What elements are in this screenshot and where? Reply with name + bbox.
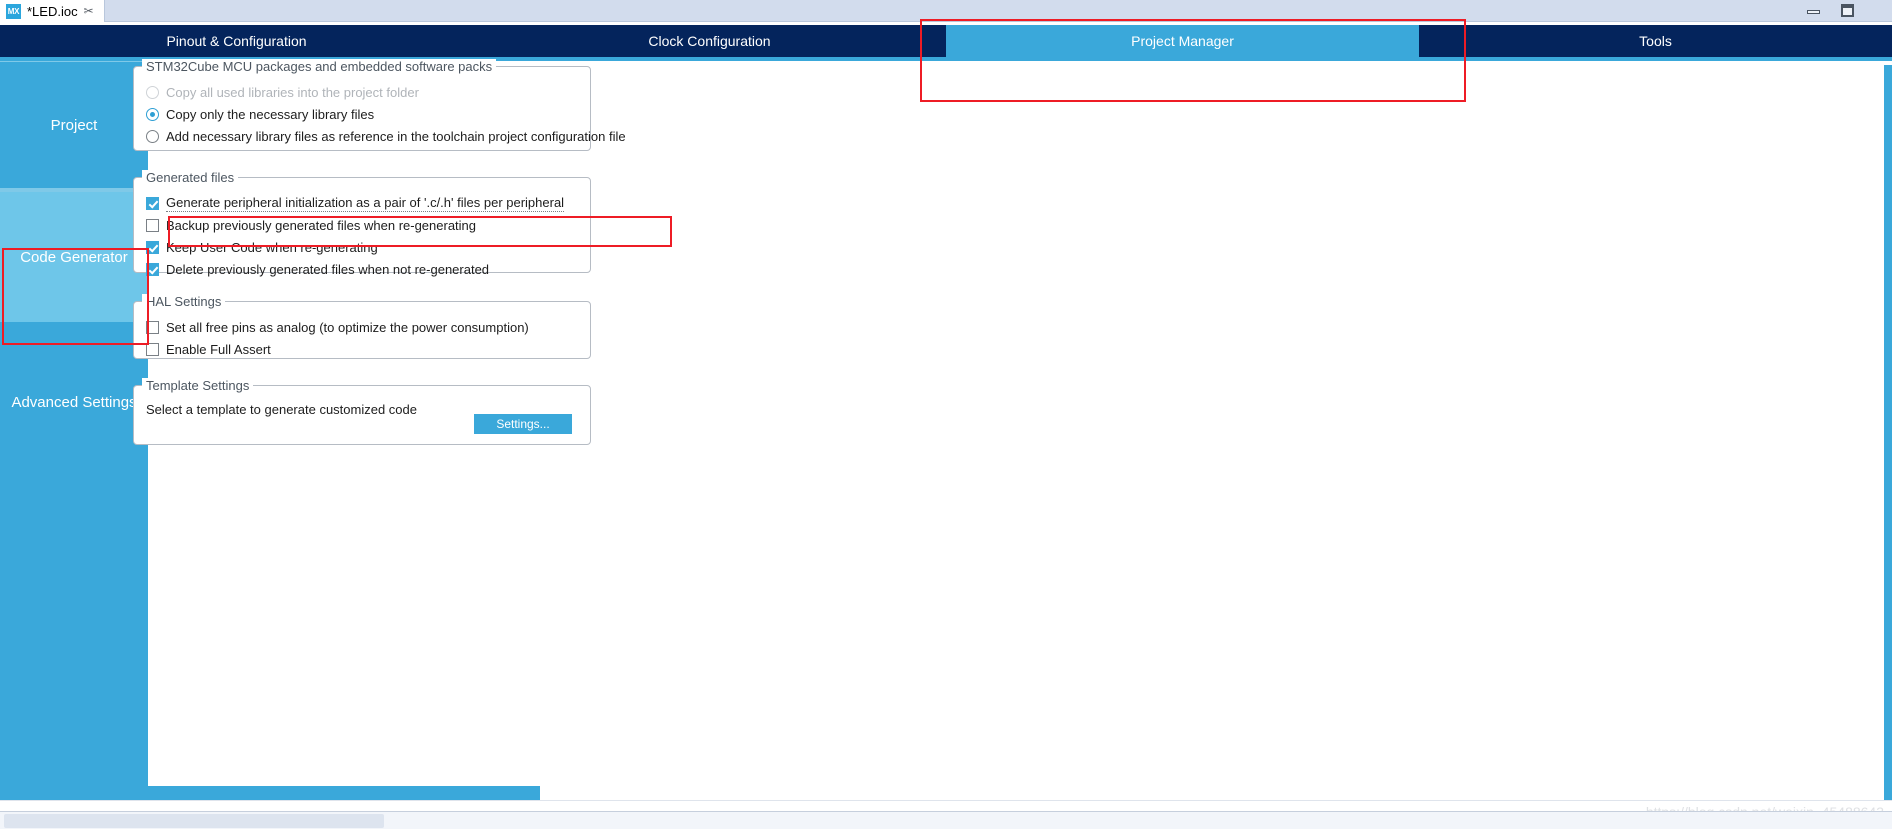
option-label: Delete previously generated files when n… (166, 261, 490, 277)
tab-label: Clock Configuration (648, 33, 771, 49)
option-label: Copy all used libraries into the project… (166, 84, 419, 100)
window-titlebar: MX *LED.ioc ✂ (0, 0, 1892, 22)
group-packages: STM32Cube MCU packages and embedded soft… (133, 59, 626, 151)
os-taskbar (0, 811, 1892, 829)
option-label: Set all free pins as analog (to optimize… (166, 319, 529, 335)
radio-copy-necessary-libraries[interactable]: Copy only the necessary library files (146, 103, 590, 125)
close-icon[interactable]: ✂ (84, 5, 94, 17)
checkbox-set-free-pins-analog[interactable]: Set all free pins as analog (to optimize… (146, 316, 590, 338)
template-settings-button[interactable]: Settings... (474, 414, 572, 434)
checkbox-icon[interactable] (146, 196, 159, 210)
tab-tools[interactable]: Tools (1419, 25, 1892, 57)
sidebar-item-label: Advanced Settings (11, 393, 137, 411)
group-hal-settings: HAL Settings Set all free pins as analog… (133, 294, 591, 360)
radio-icon[interactable] (146, 107, 159, 121)
mx-app-icon: MX (6, 3, 21, 19)
radio-add-libraries-as-reference[interactable]: Add necessary library files as reference… (146, 125, 626, 147)
option-label: Copy only the necessary library files (166, 106, 375, 122)
tab-label: Tools (1639, 33, 1672, 49)
sidebar-item-advanced-settings[interactable]: Advanced Settings (0, 322, 148, 482)
sidebar-item-project[interactable]: Project (0, 62, 148, 188)
tab-project-manager[interactable]: Project Manager (946, 25, 1419, 57)
sidebar-filler (0, 482, 148, 812)
checkbox-icon[interactable] (146, 218, 159, 232)
checkbox-generate-peripheral-init-pair[interactable]: Generate peripheral initialization as a … (146, 192, 590, 214)
sidebar-footer-strip (0, 786, 540, 801)
status-bar (0, 800, 1892, 811)
group-packages-title: STM32Cube MCU packages and embedded soft… (142, 59, 497, 74)
radio-copy-all-libraries[interactable]: Copy all used libraries into the project… (146, 81, 590, 103)
option-label: Backup previously generated files when r… (166, 217, 477, 233)
editor-tab-led-ioc[interactable]: MX *LED.ioc ✂ (0, 0, 105, 22)
group-generated-files-title: Generated files (142, 170, 239, 185)
checkbox-enable-full-assert[interactable]: Enable Full Assert (146, 338, 590, 360)
option-label: Add necessary library files as reference… (166, 128, 626, 144)
option-label: Enable Full Assert (166, 341, 271, 357)
group-hal-settings-title: HAL Settings (142, 294, 226, 309)
radio-icon[interactable] (146, 85, 159, 99)
maximize-icon[interactable] (1841, 4, 1854, 17)
tab-label: Pinout & Configuration (166, 33, 307, 49)
checkbox-icon[interactable] (146, 262, 159, 276)
sidebar-item-label: Project (50, 116, 98, 134)
group-generated-files: Generated files Generate peripheral init… (133, 170, 591, 277)
editor-tab-label: *LED.ioc (27, 3, 78, 19)
tab-pinout-configuration[interactable]: Pinout & Configuration (0, 25, 473, 57)
main-tab-bar: Pinout & Configuration Clock Configurati… (0, 25, 1892, 57)
sidebar-item-code-generator[interactable]: Code Generator (0, 192, 148, 322)
group-template-settings-title: Template Settings (142, 378, 254, 393)
code-generator-panel: STM32Cube MCU packages and embedded soft… (133, 59, 1884, 811)
option-label: Keep User Code when re-generating (166, 239, 378, 255)
checkbox-backup-previously-generated[interactable]: Backup previously generated files when r… (146, 214, 590, 236)
checkbox-keep-user-code[interactable]: Keep User Code when re-generating (146, 236, 590, 258)
checkbox-icon[interactable] (146, 342, 159, 356)
radio-icon[interactable] (146, 129, 159, 143)
minimize-icon[interactable] (1807, 5, 1820, 16)
option-label: Generate peripheral initialization as a … (166, 194, 565, 212)
sidebar-item-label: Code Generator (20, 248, 128, 266)
checkbox-delete-previously-generated[interactable]: Delete previously generated files when n… (146, 258, 590, 280)
sidebar: Project Code Generator Advanced Settings (0, 61, 148, 812)
tab-clock-configuration[interactable]: Clock Configuration (473, 25, 946, 57)
checkbox-icon[interactable] (146, 240, 159, 254)
group-template-settings: Template Settings Select a template to g… (133, 378, 591, 445)
template-hint-label: Select a template to generate customized… (146, 402, 417, 417)
checkbox-icon[interactable] (146, 320, 159, 334)
taskbar-item[interactable] (4, 814, 384, 828)
scrollbar-top-cap (1884, 61, 1892, 65)
vertical-scrollbar[interactable] (1884, 61, 1892, 811)
tab-label: Project Manager (1131, 33, 1234, 49)
